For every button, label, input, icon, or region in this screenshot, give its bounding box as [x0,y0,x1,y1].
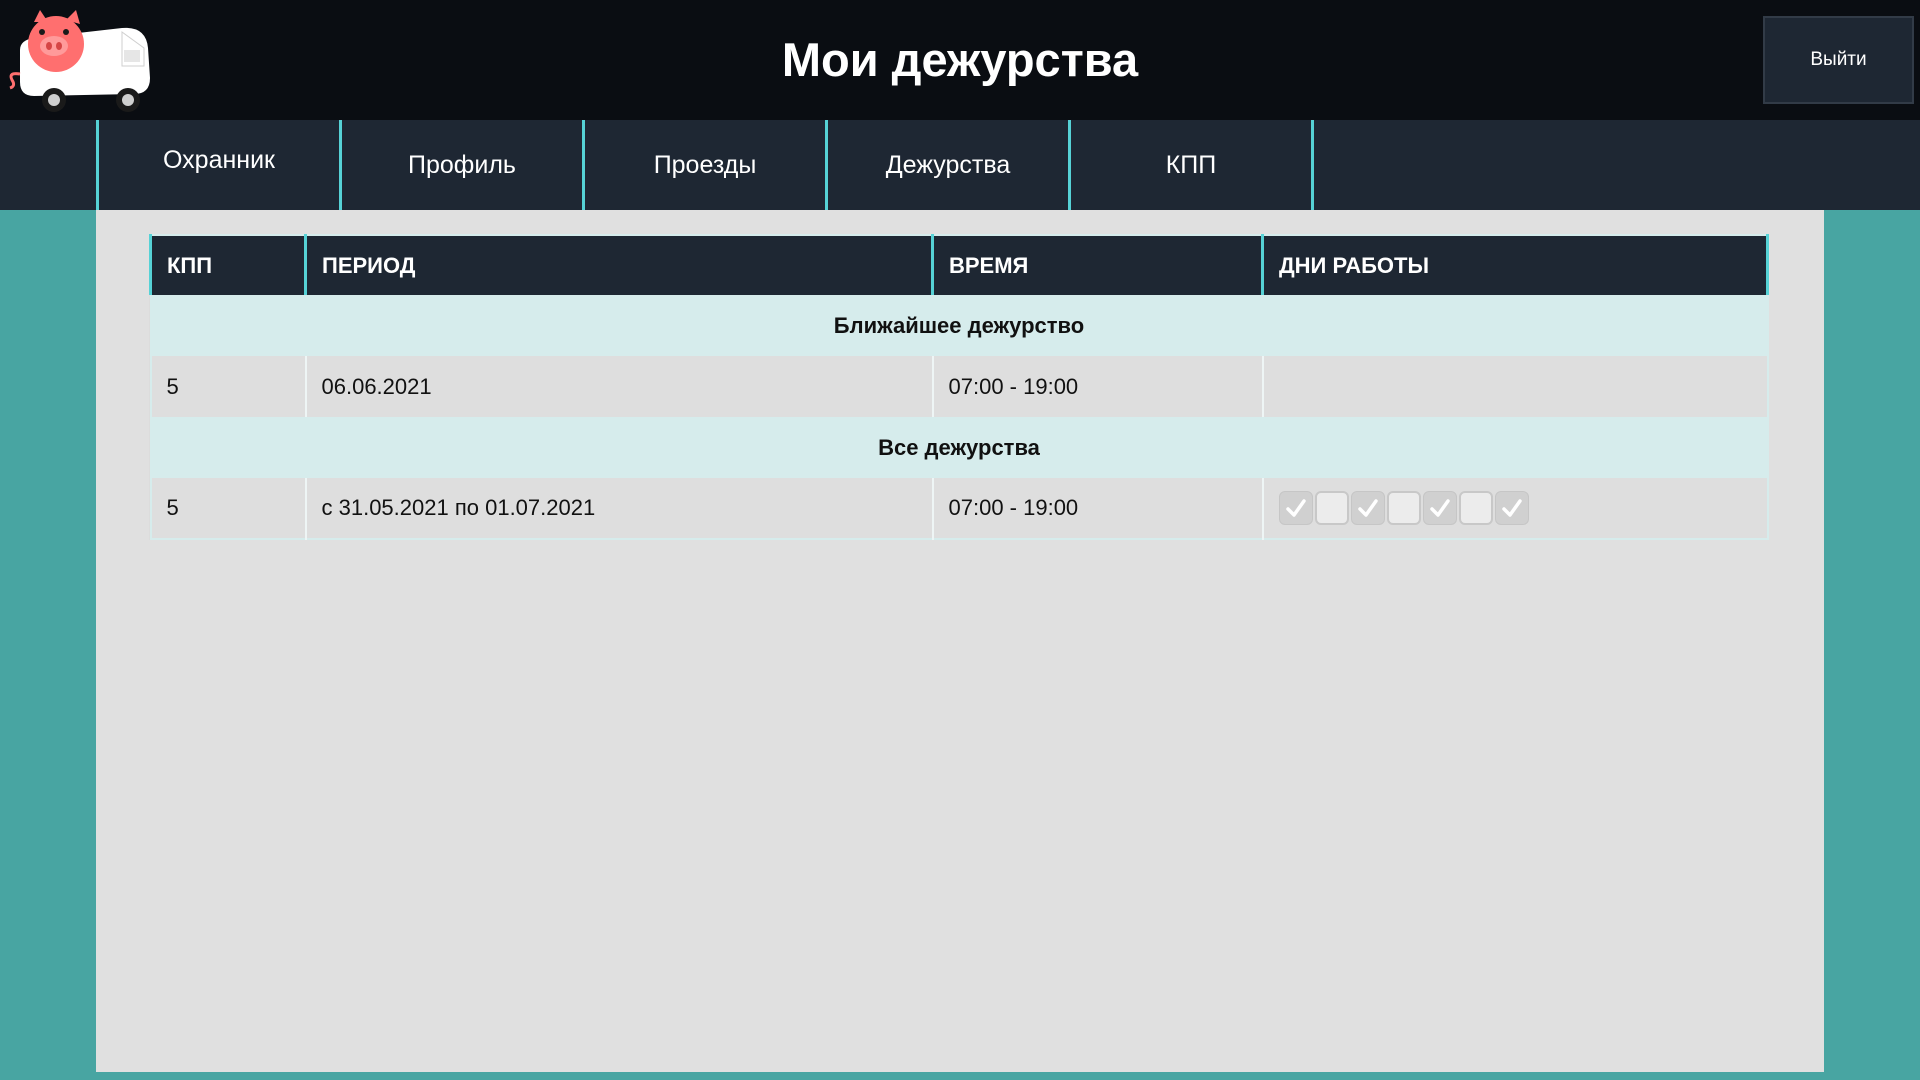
checkmark-icon [1285,499,1306,517]
tab-checkpoint[interactable]: КПП [1068,120,1314,210]
cell-time: 07:00 - 19:00 [931,478,1263,539]
cell-kpp: 5 [150,478,306,539]
tab-profile[interactable]: Профиль [339,120,582,210]
workdays-checkboxes [1278,491,1767,525]
checkmark-icon [1429,499,1450,517]
main-nav: Охранник Профиль Проезды Дежурства КПП [0,120,1920,210]
column-header-workdays: ДНИ РАБОТЫ [1261,235,1769,295]
cell-workdays [1261,356,1768,417]
day-checkbox-unchecked[interactable] [1458,491,1493,525]
checkmark-icon [1501,499,1522,517]
table-row: 5 с 31.05.2021 по 01.07.2021 07:00 - 19:… [150,478,1768,539]
cell-period: с 31.05.2021 по 01.07.2021 [304,478,933,539]
table-row: 5 06.06.2021 07:00 - 19:00 [150,356,1768,417]
cell-period: 06.06.2021 [304,356,933,417]
section-row-all: Все дежурства [150,417,1768,478]
header-bar: Мои дежурства Выйти [0,0,1920,120]
cell-workdays [1261,478,1768,539]
page-title: Мои дежурства [781,33,1139,86]
column-header-kpp: КПП [149,235,306,295]
day-checkbox-checked[interactable] [1422,491,1457,525]
tab-duties[interactable]: Дежурства [825,120,1068,210]
duties-table: КПП ПЕРИОД ВРЕМЯ ДНИ РАБОТЫ Ближайшее де… [149,234,1769,540]
cell-time: 07:00 - 19:00 [931,356,1263,417]
column-header-period: ПЕРИОД [304,235,933,295]
section-title: Все дежурства [150,417,1768,478]
logout-button[interactable]: Выйти [1763,16,1914,104]
main-content: КПП ПЕРИОД ВРЕМЯ ДНИ РАБОТЫ Ближайшее де… [96,210,1824,1072]
tab-guard[interactable]: Охранник [96,120,339,210]
section-title: Ближайшее дежурство [150,295,1768,356]
checkmark-icon [1357,499,1378,517]
nav-tabs: Охранник Профиль Проезды Дежурства КПП [96,120,1314,210]
day-checkbox-checked[interactable] [1494,491,1529,525]
cell-kpp: 5 [150,356,306,417]
section-row-nearest: Ближайшее дежурство [150,295,1768,356]
day-checkbox-checked[interactable] [1350,491,1385,525]
day-checkbox-checked[interactable] [1278,491,1313,525]
day-checkbox-unchecked[interactable] [1314,491,1349,525]
column-header-time: ВРЕМЯ [931,235,1263,295]
tab-passages[interactable]: Проезды [582,120,825,210]
day-checkbox-unchecked[interactable] [1386,491,1421,525]
table-header-row: КПП ПЕРИОД ВРЕМЯ ДНИ РАБОТЫ [149,235,1769,295]
